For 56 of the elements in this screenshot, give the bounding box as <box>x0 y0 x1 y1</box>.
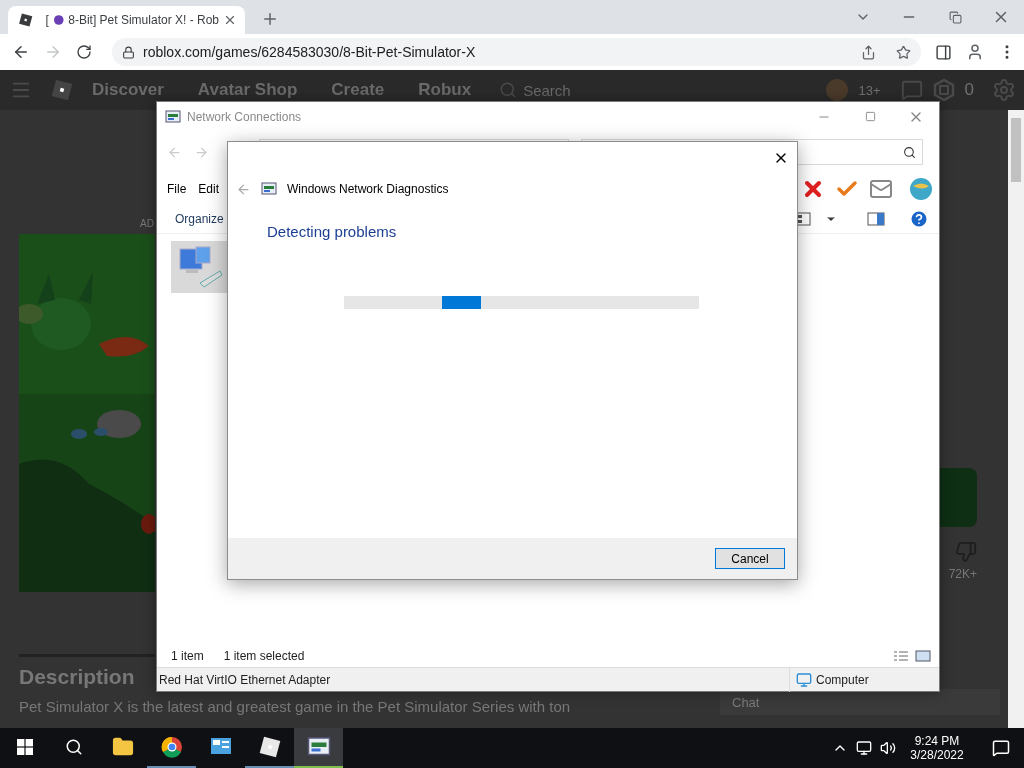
taskbar-app[interactable] <box>294 728 343 768</box>
browser-icon <box>160 736 183 758</box>
item-count: 1 item <box>171 648 204 663</box>
profile-icon[interactable] <box>966 43 984 61</box>
cancel-button[interactable]: Cancel <box>715 548 785 569</box>
globe-icon[interactable] <box>909 176 933 201</box>
tab-title: [ <box>45 13 49 27</box>
messages-icon[interactable] <box>900 79 923 101</box>
tiles-view-icon[interactable] <box>915 649 931 662</box>
computer-icon <box>796 671 812 688</box>
window-title: Network Connections <box>187 109 302 124</box>
control-panel-icon <box>209 737 232 757</box>
back-icon[interactable] <box>12 43 30 61</box>
pet-icon <box>52 14 65 26</box>
new-tab-icon[interactable] <box>261 10 279 28</box>
dialog-title: Windows Network Diagnostics <box>287 182 449 196</box>
adapter-name: Red Hat VirtIO Ethernet Adapter <box>159 672 331 687</box>
details-view-icon[interactable] <box>893 649 909 662</box>
volume-icon[interactable] <box>880 740 896 756</box>
adapter-tile[interactable] <box>171 241 228 293</box>
network-diagnostics-icon <box>165 108 181 125</box>
age-label: 13+ <box>858 82 881 98</box>
menu-item[interactable]: Edit <box>198 181 220 196</box>
side-panel-icon[interactable] <box>935 43 952 61</box>
share-icon[interactable] <box>861 44 876 60</box>
lock-icon <box>122 45 135 59</box>
view-icon[interactable] <box>795 211 811 226</box>
help-icon[interactable] <box>909 208 929 229</box>
tab-title: 8-Bit] Pet Simulator X! - Rob <box>68 13 219 27</box>
description-text: Pet Simulator X is the latest and greatest game in the Pet Simulator Series with ton <box>19 698 572 715</box>
search-icon <box>499 81 518 99</box>
dislike-count: 72K+ <box>948 567 977 581</box>
description-heading: Description <box>19 665 135 689</box>
robux-icon[interactable] <box>932 79 955 101</box>
clock-date[interactable]: 3/28/2022 <box>910 748 964 762</box>
search-icon <box>903 145 916 159</box>
menu-item[interactable]: File <box>167 181 187 196</box>
windows-logo-icon <box>16 739 33 755</box>
address-field[interactable]: roblox.com/games/6284583030/8-Bit-Pet-Simulator-X <box>112 38 921 66</box>
robux-count: 0 <box>964 80 974 100</box>
clock-time[interactable]: 9:24 PM <box>914 734 960 748</box>
browser-tab[interactable]: [ 8-Bit] Pet Simulator X! - Rob <box>8 6 245 34</box>
preview-pane-icon[interactable] <box>867 211 885 226</box>
close-icon[interactable] <box>223 13 237 27</box>
selection-count: 1 item selected <box>223 648 305 663</box>
search-icon <box>64 738 83 756</box>
network-diagnostics-icon <box>261 181 277 197</box>
network-icon[interactable] <box>856 740 872 756</box>
star-icon[interactable] <box>896 44 911 60</box>
location-label: Computer <box>816 672 869 687</box>
ad-label: AD <box>140 218 154 231</box>
site-favicon <box>18 12 34 28</box>
dialog-heading: Detecting problems <box>267 223 398 240</box>
reload-icon[interactable] <box>76 44 92 60</box>
folder-icon <box>111 736 134 758</box>
organize-menu[interactable]: Organize <box>175 211 224 226</box>
